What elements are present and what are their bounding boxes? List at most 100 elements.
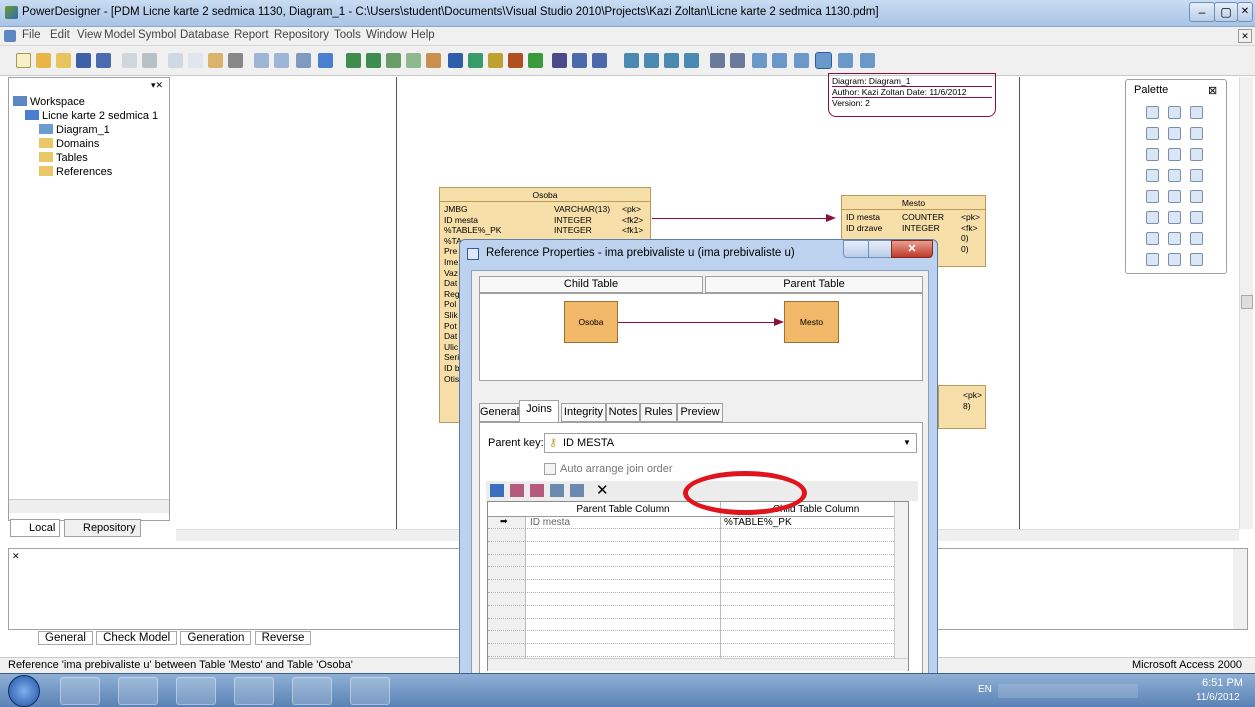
menu-file[interactable]: File bbox=[22, 29, 41, 41]
menu-window[interactable]: Window bbox=[366, 29, 407, 41]
grid-cell-parent[interactable]: ID mesta bbox=[530, 517, 570, 528]
chevron-down-icon[interactable]: ▼ bbox=[903, 438, 911, 447]
tab-rules[interactable]: Rules bbox=[640, 403, 677, 422]
add-row-icon[interactable] bbox=[490, 484, 504, 497]
undo-icon[interactable] bbox=[254, 53, 269, 68]
zoom-fit-icon[interactable] bbox=[664, 53, 679, 68]
output-close-icon[interactable]: ✕ bbox=[12, 551, 20, 562]
delete-icon[interactable] bbox=[228, 53, 243, 68]
powerdesigner-task-icon[interactable] bbox=[234, 677, 274, 705]
dialog-close-button[interactable]: ✕ bbox=[891, 240, 933, 258]
properties-icon[interactable] bbox=[1190, 127, 1203, 140]
paint-icon[interactable] bbox=[350, 677, 390, 705]
entity-partial[interactable]: <pk> 8) bbox=[938, 385, 986, 429]
compare-icon[interactable] bbox=[406, 53, 421, 68]
package-icon[interactable] bbox=[1146, 169, 1159, 182]
save-icon[interactable] bbox=[76, 53, 91, 68]
tray-lang[interactable]: EN bbox=[978, 684, 992, 695]
polyline-icon[interactable] bbox=[1168, 253, 1181, 266]
grid-row[interactable] bbox=[488, 555, 908, 568]
check-model-icon[interactable] bbox=[318, 53, 333, 68]
layers-icon[interactable] bbox=[730, 53, 745, 68]
start-button[interactable] bbox=[8, 675, 40, 707]
output-toggle-icon[interactable] bbox=[772, 53, 787, 68]
rounded-rect-icon[interactable] bbox=[1146, 253, 1159, 266]
tree-domains[interactable]: Domains bbox=[39, 138, 99, 150]
menu-view[interactable]: View bbox=[77, 29, 102, 41]
paste-icon[interactable] bbox=[208, 53, 223, 68]
new-icon[interactable] bbox=[16, 53, 31, 68]
grabber-icon[interactable] bbox=[1168, 106, 1181, 119]
cut-icon[interactable] bbox=[168, 53, 183, 68]
migrate-columns-icon[interactable] bbox=[570, 484, 584, 497]
new-model-icon[interactable] bbox=[36, 53, 51, 68]
tab-preview[interactable]: Preview bbox=[677, 403, 723, 422]
generate-icon[interactable] bbox=[346, 53, 361, 68]
line-icon[interactable] bbox=[1190, 211, 1203, 224]
reference-icon[interactable] bbox=[1168, 169, 1181, 182]
parent-table-button[interactable]: Parent Table bbox=[705, 276, 923, 293]
explorer-icon[interactable] bbox=[118, 677, 158, 705]
merge-icon[interactable] bbox=[426, 53, 441, 68]
auto-arrange-checkbox[interactable] bbox=[544, 463, 556, 475]
output-tab-check-model[interactable]: Check Model bbox=[96, 631, 178, 645]
text-icon[interactable] bbox=[1168, 211, 1181, 224]
output-v-scrollbar[interactable] bbox=[1233, 549, 1247, 629]
zoom-in-icon[interactable] bbox=[1190, 106, 1203, 119]
grid-row[interactable]: ➡ ID mesta %TABLE%_PK bbox=[488, 516, 908, 529]
procedure-icon[interactable] bbox=[1146, 211, 1159, 224]
view-icon[interactable] bbox=[1190, 148, 1203, 161]
grid-icon[interactable] bbox=[710, 53, 725, 68]
file-icon[interactable] bbox=[1168, 190, 1181, 203]
menu-tools[interactable]: Tools bbox=[334, 29, 361, 41]
mdi-close-button[interactable]: ✕ bbox=[1238, 29, 1252, 43]
parent-key-select[interactable]: ⚷ ID MESTA ▼ bbox=[544, 433, 917, 453]
word-icon[interactable] bbox=[292, 677, 332, 705]
browser-close-icon[interactable]: ▾✕ bbox=[151, 80, 163, 91]
tab-notes[interactable]: Notes bbox=[606, 403, 640, 422]
palette-close-button[interactable]: ⊠ bbox=[1208, 84, 1217, 97]
print-icon[interactable] bbox=[142, 53, 157, 68]
grid-row[interactable] bbox=[488, 530, 908, 542]
copy-icon[interactable] bbox=[188, 53, 203, 68]
list-icon[interactable] bbox=[860, 53, 875, 68]
menu-database[interactable]: Database bbox=[180, 29, 229, 41]
link-icon[interactable] bbox=[1190, 190, 1203, 203]
toolbox-icon[interactable] bbox=[838, 53, 853, 68]
table-icon[interactable] bbox=[1168, 148, 1181, 161]
line-tool-icon[interactable] bbox=[488, 53, 503, 68]
browser-h-scrollbar[interactable] bbox=[9, 499, 169, 513]
grid-row[interactable] bbox=[488, 645, 908, 657]
zoom-out-icon[interactable] bbox=[644, 53, 659, 68]
clock-time[interactable]: 6:51 PM bbox=[1202, 677, 1243, 689]
clock-date[interactable]: 11/6/2012 bbox=[1196, 692, 1240, 703]
minimize-button[interactable]: – bbox=[1189, 2, 1215, 22]
pointer-icon[interactable] bbox=[1146, 106, 1159, 119]
menu-symbol[interactable]: Symbol bbox=[138, 29, 176, 41]
dialog-maximize-button[interactable] bbox=[868, 240, 892, 258]
cut-icon[interactable] bbox=[1146, 148, 1159, 161]
grid-v-scrollbar[interactable] bbox=[894, 502, 908, 658]
menu-report[interactable]: Report bbox=[234, 29, 269, 41]
oval-icon[interactable] bbox=[1190, 232, 1203, 245]
output-tab-reverse[interactable]: Reverse bbox=[254, 631, 312, 645]
child-table-button[interactable]: Child Table bbox=[479, 276, 703, 293]
grid-row[interactable] bbox=[488, 607, 908, 619]
save-all-icon[interactable] bbox=[96, 53, 111, 68]
tab-local[interactable]: Local bbox=[10, 519, 61, 537]
ellipse-icon[interactable] bbox=[1190, 169, 1203, 182]
media-player-icon[interactable] bbox=[176, 677, 216, 705]
link-tool-icon[interactable] bbox=[508, 53, 523, 68]
close-button[interactable]: ✕ bbox=[1237, 2, 1253, 22]
zoom-page-icon[interactable] bbox=[1168, 127, 1181, 140]
arc-icon[interactable] bbox=[1146, 232, 1159, 245]
grid-row[interactable] bbox=[488, 632, 908, 645]
reverse-icon[interactable] bbox=[366, 53, 381, 68]
maximize-button[interactable]: ▢ bbox=[1214, 2, 1238, 22]
output-tab-general[interactable]: General bbox=[38, 631, 93, 645]
menu-model[interactable]: Model bbox=[104, 29, 135, 41]
properties-icon[interactable] bbox=[296, 53, 311, 68]
polygon-icon[interactable] bbox=[1190, 253, 1203, 266]
view-tool-icon[interactable] bbox=[468, 53, 483, 68]
tree-workspace[interactable]: Workspace bbox=[13, 96, 85, 108]
